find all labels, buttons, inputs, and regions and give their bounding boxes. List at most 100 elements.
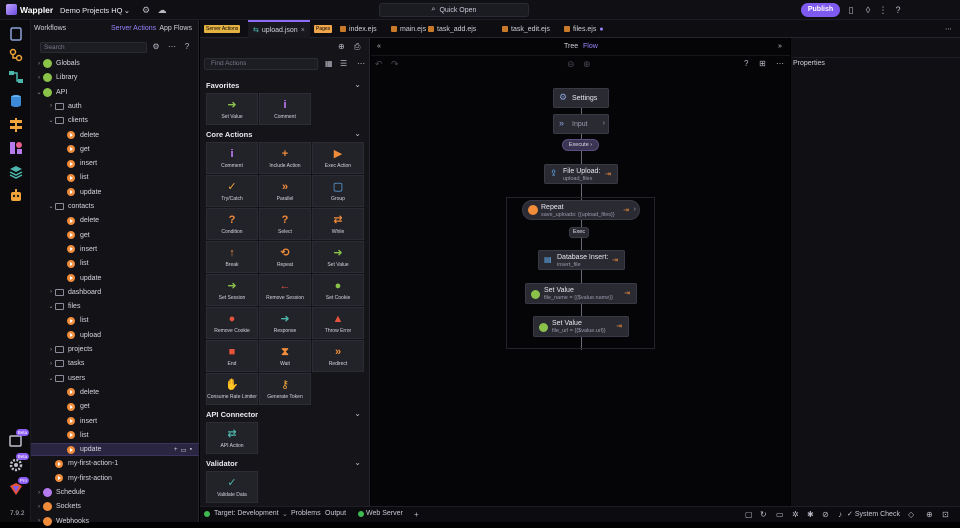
trash-icon[interactable]: ▪: [190, 446, 192, 454]
action-tile[interactable]: + Include Action: [259, 142, 311, 174]
tree-item[interactable]: › Sockets: [31, 500, 199, 513]
file-upload-node[interactable]: ⇪ File Upload: upload_files ⇥: [544, 164, 618, 184]
more-horizontal-icon[interactable]: ⋯: [357, 59, 365, 68]
chevron-down-icon[interactable]: ⌄: [354, 129, 361, 138]
share-icon[interactable]: ⊕: [338, 42, 345, 51]
pages-icon[interactable]: [7, 25, 25, 43]
action-tile[interactable]: ✓ Try/Catch: [206, 175, 258, 207]
tree-item[interactable]: ⌄ contacts: [31, 200, 199, 213]
action-tile[interactable]: ● Remove Cookie: [206, 307, 258, 339]
project-settings-icon[interactable]: ⚙: [140, 4, 152, 16]
tab-server-actions[interactable]: Server Actions: [111, 25, 156, 32]
action-tile[interactable]: ➜ Set Value: [206, 93, 258, 125]
tab-group-server-actions[interactable]: Server Actions: [204, 20, 241, 38]
grid-view-icon[interactable]: ▦: [325, 59, 333, 68]
action-tile[interactable]: i Comment: [259, 93, 311, 125]
problems-button[interactable]: Problems: [291, 510, 321, 517]
tree-item[interactable]: insert: [31, 157, 199, 170]
chevron-down-icon[interactable]: ⌄: [354, 409, 361, 418]
tree-item[interactable]: update: [31, 186, 199, 199]
tree-item[interactable]: get: [31, 229, 199, 242]
tree-item[interactable]: upload: [31, 329, 199, 342]
section-title[interactable]: Core Actions: [206, 130, 252, 139]
globe-icon[interactable]: ⊕: [926, 510, 933, 519]
share-icon[interactable]: ⊡: [942, 510, 949, 519]
theme-drop-icon[interactable]: ◊: [862, 4, 874, 16]
output-button[interactable]: Output: [325, 510, 346, 517]
close-icon[interactable]: ×: [301, 27, 305, 34]
add-step-icon[interactable]: ⊞: [759, 59, 766, 68]
action-tile[interactable]: ➜ Response: [259, 307, 311, 339]
cloud-icon[interactable]: ☁: [156, 4, 168, 16]
section-title[interactable]: API Connector: [206, 410, 258, 419]
tree-item[interactable]: my-first-action-1: [31, 457, 199, 470]
tree-item[interactable]: delete: [31, 214, 199, 227]
tab-task-edit-ejs[interactable]: task_edit.ejs: [502, 20, 550, 38]
bell-icon[interactable]: ♪: [838, 510, 842, 519]
tree-item[interactable]: delete: [31, 386, 199, 399]
tree-item[interactable]: update: [31, 272, 199, 285]
tree-item[interactable]: › Library: [31, 71, 199, 84]
action-tile[interactable]: ⇄ While: [312, 208, 364, 240]
extensions-icon[interactable]: Beta: [7, 429, 29, 450]
collapse-right-icon[interactable]: »: [778, 43, 782, 50]
window-icon[interactable]: ▢: [745, 510, 753, 519]
chevron-icon[interactable]: ›: [35, 490, 43, 496]
tree-item[interactable]: ⌄ API: [31, 86, 199, 99]
action-tile[interactable]: » Redirect: [312, 340, 364, 372]
system-check-button[interactable]: ✓ System Check: [847, 510, 900, 518]
action-tile[interactable]: ➜ Set Value: [312, 241, 364, 273]
input-node[interactable]: » Input ›: [553, 114, 609, 134]
ai-icon[interactable]: ✲: [792, 510, 799, 519]
redo-icon[interactable]: ↷: [391, 59, 399, 70]
zoom-out-icon[interactable]: ⊖: [567, 59, 575, 70]
workflows-icon[interactable]: [7, 68, 25, 86]
tab-group-pages[interactable]: Pages: [314, 20, 333, 38]
chevron-icon[interactable]: ⌄: [47, 375, 55, 382]
chevron-icon[interactable]: ›: [35, 518, 43, 524]
tree-item[interactable]: › projects: [31, 343, 199, 356]
terminal-icon[interactable]: ▭: [776, 510, 784, 519]
folder-add-icon[interactable]: ▭: [181, 446, 187, 454]
find-actions-input[interactable]: Find Actions: [204, 58, 318, 70]
tree-item[interactable]: list: [31, 257, 199, 270]
web-server-button[interactable]: Web Server: [366, 510, 403, 517]
chevron-icon[interactable]: ›: [47, 347, 55, 353]
action-tile[interactable]: ✋ Consume Rate Limiter: [206, 373, 258, 405]
publish-button[interactable]: Publish: [801, 3, 840, 17]
bug-icon[interactable]: ✱: [807, 510, 814, 519]
settings-node[interactable]: ⚙ Settings: [553, 88, 609, 108]
chevron-down-icon[interactable]: ⌄: [354, 80, 361, 89]
action-tile[interactable]: ⟲ Repeat: [259, 241, 311, 273]
chevron-icon[interactable]: ⌄: [47, 303, 55, 310]
eraser-icon[interactable]: ◇: [908, 510, 914, 519]
tree-item[interactable]: get: [31, 400, 199, 413]
undo-icon[interactable]: ↶: [375, 59, 383, 70]
action-tile[interactable]: ⚷ Generate Token: [259, 373, 311, 405]
tree-item[interactable]: update + ▭ ▪: [31, 443, 199, 457]
action-tile[interactable]: ➜ Set Session: [206, 274, 258, 306]
project-select[interactable]: Demo Projects HQ ⌄: [56, 2, 134, 18]
chevron-icon[interactable]: ›: [47, 289, 55, 295]
chevron-icon[interactable]: ⌄: [47, 203, 55, 210]
section-title[interactable]: Validator: [206, 459, 238, 468]
action-tile[interactable]: ■ End: [206, 340, 258, 372]
tab-main-ejs[interactable]: main.ejs: [391, 20, 426, 38]
tree-view-toggle[interactable]: Tree: [564, 43, 578, 50]
account-icon[interactable]: Pro: [7, 477, 29, 498]
tree-item[interactable]: insert: [31, 415, 199, 428]
list-view-icon[interactable]: ☰: [340, 59, 347, 68]
set-value-node[interactable]: Set Value file_url = {{$value.url}} ⇥: [533, 316, 629, 337]
database-insert-node[interactable]: ▤ Database Insert: insert_file ⇥: [538, 250, 625, 270]
action-tile[interactable]: ← Remove Session: [259, 274, 311, 306]
chevron-icon[interactable]: ›: [35, 61, 43, 67]
tree-item[interactable]: › dashboard: [31, 286, 199, 299]
layers-icon[interactable]: [7, 163, 25, 181]
tree-item[interactable]: ⌄ clients: [31, 114, 199, 127]
search-input[interactable]: Search: [40, 42, 147, 53]
action-tile[interactable]: ⇄ API Action: [206, 422, 258, 454]
action-tile[interactable]: ? Condition: [206, 208, 258, 240]
chevron-icon[interactable]: ›: [47, 103, 55, 109]
set-value-node[interactable]: Set Value file_name = {{$value.name}} ⇥: [525, 283, 637, 304]
tree-item[interactable]: ⌄ users: [31, 372, 199, 385]
